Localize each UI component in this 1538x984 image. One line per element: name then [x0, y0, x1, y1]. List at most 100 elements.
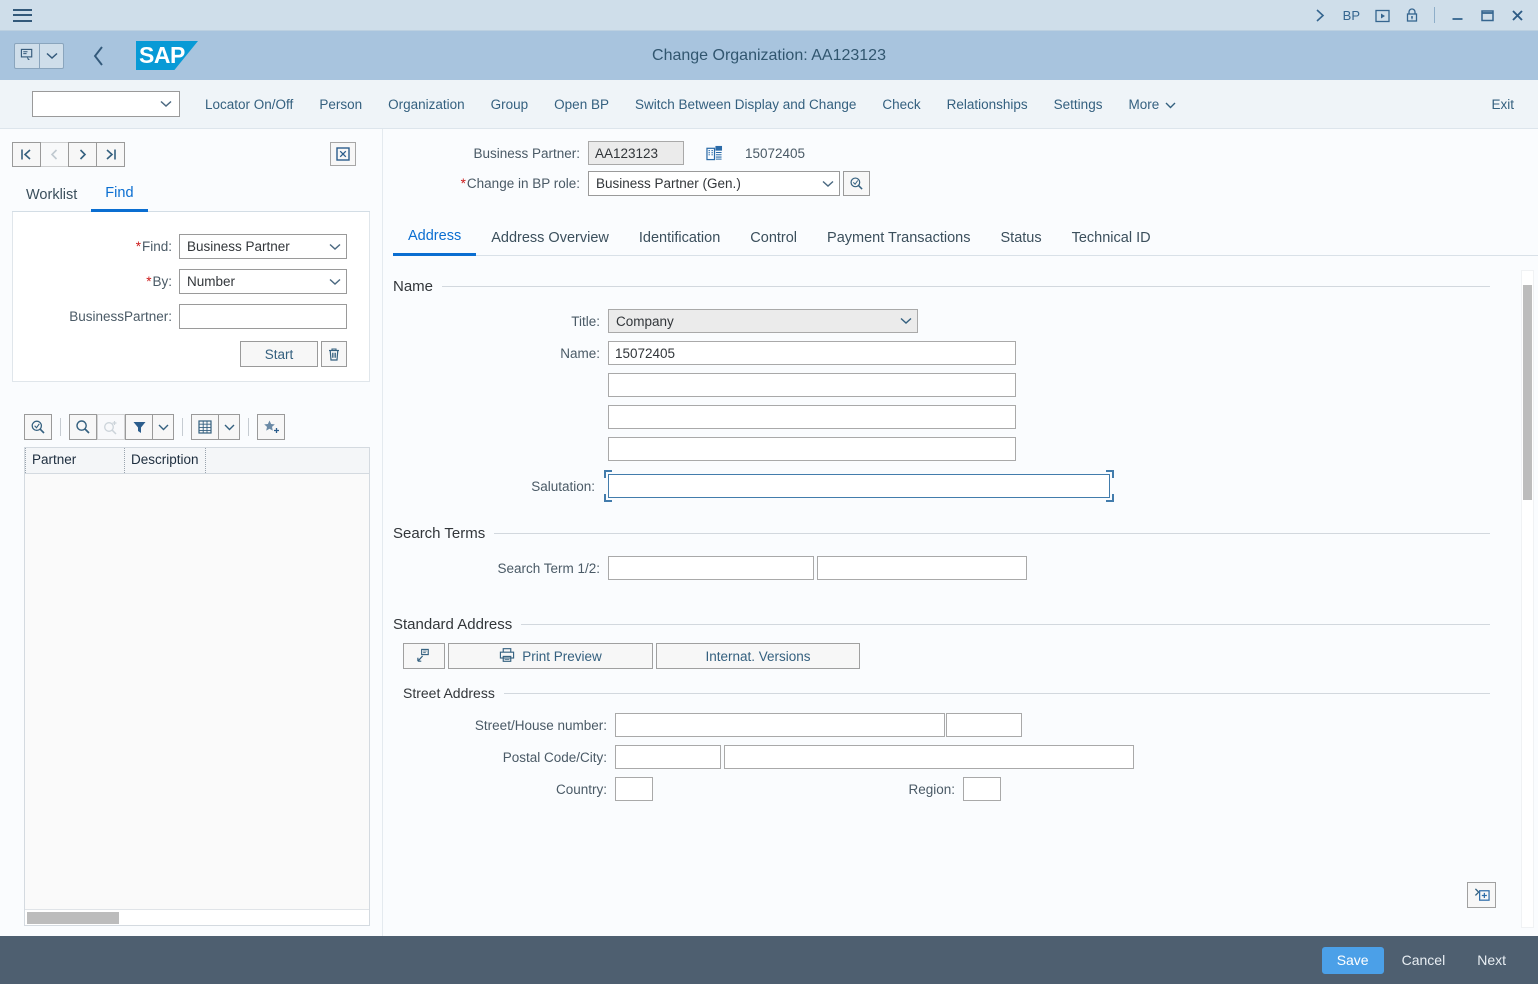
hamburger-icon[interactable]: [0, 0, 44, 31]
international-versions-button[interactable]: Internat. Versions: [656, 643, 860, 669]
search-add-icon[interactable]: [97, 414, 125, 440]
name-line2-input[interactable]: [608, 373, 1016, 397]
salutation-label: Salutation:: [393, 479, 603, 494]
tab-control[interactable]: Control: [735, 224, 812, 255]
business-partner-input[interactable]: [179, 304, 347, 329]
sap-logo[interactable]: SAP: [136, 41, 198, 70]
application-toolbar: Locator On/Off Person Organization Group…: [0, 80, 1538, 129]
tab-identification[interactable]: Identification: [624, 224, 735, 255]
menu-item-settings[interactable]: Settings: [1041, 91, 1116, 118]
menu-item-more[interactable]: More: [1115, 91, 1189, 118]
scrollbar-thumb[interactable]: [1523, 285, 1532, 500]
value-help-icon[interactable]: [843, 171, 870, 196]
add-favorite-icon[interactable]: [257, 414, 285, 440]
maximize-button[interactable]: [1472, 0, 1502, 31]
chevron-down-icon: [1165, 97, 1176, 112]
filter-dropdown-icon[interactable]: [152, 414, 174, 440]
menu-item-label: Relationships: [947, 97, 1028, 112]
menu-item-organization[interactable]: Organization: [375, 91, 478, 118]
city-input[interactable]: [724, 745, 1134, 769]
menu-item-relationships[interactable]: Relationships: [934, 91, 1041, 118]
tab-address-overview[interactable]: Address Overview: [476, 224, 624, 255]
close-panel-icon[interactable]: [330, 142, 356, 166]
menu-item-label: Organization: [388, 97, 465, 112]
menu-item-check[interactable]: Check: [869, 91, 933, 118]
search-detail-icon[interactable]: [24, 414, 52, 440]
find-select[interactable]: Business Partner: [179, 234, 347, 259]
grid-horizontal-scrollbar[interactable]: [25, 909, 369, 925]
filter-icon[interactable]: [125, 414, 153, 440]
menu-item-person[interactable]: Person: [306, 91, 375, 118]
menu-item-group[interactable]: Group: [478, 91, 542, 118]
menu-item-open-bp[interactable]: Open BP: [541, 91, 622, 118]
bp-role-select[interactable]: Business Partner (Gen.): [588, 171, 840, 196]
title-row: Title: Company: [393, 309, 1490, 333]
play-box-icon[interactable]: [1367, 0, 1397, 31]
save-button[interactable]: Save: [1322, 947, 1384, 974]
address-stamp-icon[interactable]: [403, 643, 445, 669]
history-dropdown-icon[interactable]: [14, 43, 64, 69]
search-term-2-input[interactable]: [817, 556, 1027, 580]
section-rule: [521, 624, 1490, 625]
print-preview-button[interactable]: Print Preview: [448, 643, 653, 669]
cancel-button[interactable]: Cancel: [1388, 947, 1460, 974]
column-header-description[interactable]: Description: [125, 448, 206, 473]
menu-item-locator-on-off[interactable]: Locator On/Off: [192, 91, 306, 118]
street-input[interactable]: [615, 713, 945, 737]
nav-next-button[interactable]: [68, 142, 97, 167]
chevron-right-icon[interactable]: [1306, 0, 1336, 31]
scrollbar-thumb[interactable]: [27, 912, 119, 924]
country-input[interactable]: [615, 777, 653, 801]
layout-settings-icon[interactable]: [191, 414, 219, 440]
back-chevron-icon[interactable]: [80, 36, 118, 76]
tab-payment-transactions[interactable]: Payment Transactions: [812, 224, 985, 255]
international-versions-label: Internat. Versions: [705, 649, 810, 664]
name-line3-row: [393, 405, 1490, 429]
salutation-input[interactable]: [608, 474, 1110, 498]
tab-find[interactable]: Find: [91, 181, 147, 212]
transaction-history-icon[interactable]: [15, 44, 39, 68]
exit-button[interactable]: Exit: [1481, 91, 1524, 118]
name-line4-input[interactable]: [608, 437, 1016, 461]
lock-icon[interactable]: [1397, 0, 1427, 31]
tab-technical-id[interactable]: Technical ID: [1057, 224, 1166, 255]
detail-tab-strip: Address Address Overview Identification …: [393, 222, 1538, 256]
bp-indicator[interactable]: BP: [1336, 0, 1367, 31]
find-row: *Find: Business Partner: [23, 234, 347, 259]
section-header-search-terms: Search Terms: [393, 525, 1490, 542]
toolbar-divider: [248, 418, 249, 436]
layout-dropdown-icon[interactable]: [218, 414, 240, 440]
minimize-button[interactable]: [1442, 0, 1472, 31]
name-line1-input[interactable]: [608, 341, 1016, 365]
tab-address[interactable]: Address: [393, 222, 476, 256]
by-select[interactable]: Number: [179, 269, 347, 294]
nav-last-button[interactable]: [96, 142, 125, 167]
tab-status[interactable]: Status: [986, 224, 1057, 255]
column-header-partner[interactable]: Partner: [25, 448, 125, 473]
nav-first-button[interactable]: [12, 142, 41, 167]
next-button[interactable]: Next: [1463, 947, 1520, 974]
section-title: Standard Address: [393, 616, 521, 633]
title-select[interactable]: Company: [608, 309, 918, 333]
house-number-input[interactable]: [946, 713, 1022, 737]
section-rule: [442, 286, 1490, 287]
organization-icon[interactable]: [706, 145, 723, 161]
postal-code-input[interactable]: [615, 745, 721, 769]
search-icon[interactable]: [69, 414, 97, 440]
chevron-down-icon[interactable]: [39, 44, 63, 68]
name-line3-input[interactable]: [608, 405, 1016, 429]
window-controls-divider: [1434, 7, 1435, 23]
form-vertical-scrollbar[interactable]: [1521, 270, 1534, 928]
tab-worklist[interactable]: Worklist: [12, 183, 91, 211]
salutation-row: Salutation:: [393, 469, 1490, 503]
bp-header: Business Partner: AA123123 15072405: [383, 129, 1538, 208]
trash-icon[interactable]: [321, 341, 347, 367]
search-term-1-input[interactable]: [608, 556, 814, 580]
close-button[interactable]: [1502, 0, 1532, 31]
menu-item-switch-display-change[interactable]: Switch Between Display and Change: [622, 91, 869, 118]
create-new-address-icon[interactable]: [1467, 882, 1496, 908]
nav-previous-button[interactable]: [40, 142, 69, 167]
start-button[interactable]: Start: [240, 341, 318, 367]
region-input[interactable]: [963, 777, 1001, 801]
command-field[interactable]: [32, 91, 180, 117]
